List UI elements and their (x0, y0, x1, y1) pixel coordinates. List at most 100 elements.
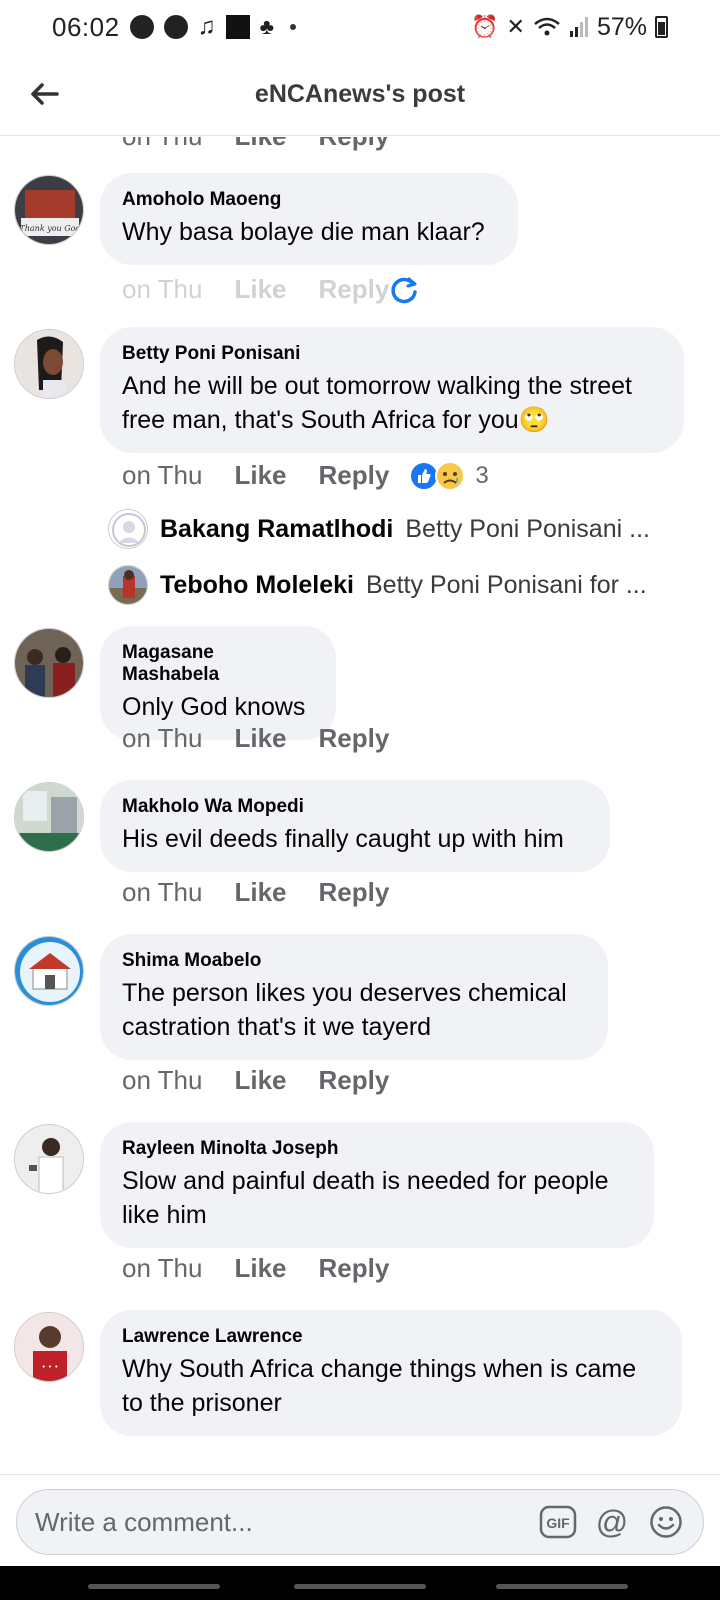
notification-icon: ♣ (259, 14, 275, 39)
reply-button[interactable]: Reply (319, 877, 390, 908)
like-button[interactable]: Like (234, 1253, 286, 1284)
comment-bubble[interactable]: Shima Moabelo The person likes you deser… (100, 934, 608, 1060)
mention-icon: @ (595, 1504, 629, 1540)
comment-author[interactable]: Shima Moabelo (122, 950, 586, 972)
comment-bubble[interactable]: Makholo Wa Mopedi His evil deeds finally… (100, 780, 610, 872)
svg-text:• • •: • • • (42, 1363, 59, 1371)
like-button[interactable]: Like (234, 460, 286, 491)
back-arrow-icon (31, 83, 59, 105)
loading-spinner-icon (391, 277, 418, 303)
wifi-icon (534, 17, 560, 36)
notification-icon (129, 15, 154, 39)
battery-icon (655, 16, 668, 38)
reply-button[interactable]: Reply (319, 274, 390, 305)
comment-bubble[interactable]: Lawrence Lawrence Why South Africa chang… (100, 1310, 682, 1436)
avatar[interactable] (14, 782, 84, 852)
avatar (108, 509, 148, 549)
reply-button[interactable]: Reply (319, 1253, 390, 1284)
comment-text: And he will be out tomorrow walking the … (122, 372, 632, 434)
comment-author[interactable]: Magasane Mashabela (122, 642, 314, 686)
comment-actions: on Thu Like Reply (122, 1253, 389, 1284)
comment-author[interactable]: Betty Poni Ponisani (122, 343, 662, 365)
reply-preview[interactable]: Teboho Moleleki Betty Poni Ponisani for … (108, 565, 647, 605)
avatar[interactable] (14, 936, 84, 1006)
avatar[interactable]: Thank you God (14, 175, 84, 245)
like-button[interactable]: Like (234, 137, 286, 152)
reply-author[interactable]: Teboho Moleleki (160, 571, 354, 600)
reply-preview[interactable]: Bakang Ramatlhodi Betty Poni Ponisani ..… (108, 509, 650, 549)
comment-time: on Thu (122, 723, 203, 753)
nav-home-button[interactable] (294, 1584, 426, 1589)
comment-text: His evil deeds finally caught up with hi… (122, 825, 564, 853)
reactions-summary[interactable]: 3 (409, 460, 489, 491)
back-button[interactable] (22, 72, 66, 116)
reply-button[interactable]: Reply (319, 460, 390, 491)
svg-text:Thank you God: Thank you God (19, 224, 80, 233)
mute-icon: ✕ (506, 14, 525, 39)
reply-text: Betty Poni Ponisani for ... (366, 570, 647, 599)
comment-actions: on Thu Like Reply (122, 877, 389, 908)
avatar[interactable]: • • • (14, 1312, 84, 1382)
mention-button[interactable]: @ (593, 1503, 631, 1541)
comment-bubble[interactable]: Rayleen Minolta Joseph Slow and painful … (100, 1122, 654, 1248)
comment-bubble[interactable]: Betty Poni Ponisani And he will be out t… (100, 327, 684, 453)
alarm-icon: ⏰ (471, 14, 499, 39)
signal-icon (569, 17, 588, 37)
comment-author[interactable]: Amoholo Maoeng (122, 189, 496, 211)
comments-list[interactable]: on Thu Like Reply Thank you God Amoholo … (0, 137, 720, 1473)
emoji-icon (650, 1506, 682, 1538)
nav-recents-button[interactable] (88, 1584, 220, 1589)
music-icon: ♫ (197, 13, 216, 40)
comment-author[interactable]: Makholo Wa Mopedi (122, 796, 588, 818)
notification-icon (163, 15, 188, 39)
comment-time: on Thu (122, 877, 203, 907)
reaction-count: 3 (475, 461, 489, 489)
gif-button[interactable]: GIF (539, 1503, 577, 1541)
emoji-button[interactable] (647, 1503, 685, 1541)
reply-button[interactable]: Reply (319, 137, 390, 152)
like-button[interactable]: Like (234, 1065, 286, 1096)
gif-label: GIF (546, 1515, 570, 1531)
like-button[interactable]: Like (234, 723, 286, 754)
like-button[interactable]: Like (234, 274, 286, 305)
comment-actions: on Thu Like Reply (122, 274, 419, 305)
gif-icon: GIF (539, 1505, 577, 1539)
reply-text: Betty Poni Ponisani ... (405, 514, 650, 543)
comment-actions: on Thu Like Reply (122, 137, 389, 152)
avatar[interactable] (14, 1124, 84, 1194)
header: eNCAnews's post (0, 54, 720, 136)
comment-text: The person likes you deserves chemical c… (122, 979, 567, 1041)
page-title: eNCAnews's post (254, 80, 466, 108)
comment-time: on Thu (122, 274, 203, 304)
comment-bubble[interactable]: Amoholo Maoeng Why basa bolaye die man k… (100, 173, 518, 265)
reply-author[interactable]: Bakang Ramatlhodi (160, 515, 393, 544)
comment-author[interactable]: Rayleen Minolta Joseph (122, 1138, 632, 1160)
like-button[interactable]: Like (234, 877, 286, 908)
avatar (108, 565, 148, 605)
reply-button[interactable]: Reply (319, 1065, 390, 1096)
comment-text: Slow and painful death is needed for peo… (122, 1167, 609, 1229)
app-notification-icon (225, 15, 250, 39)
comment-actions: on Thu Like Reply (122, 1065, 389, 1096)
comment-text: Only God knows (122, 693, 306, 721)
comment-text: Why basa bolaye die man klaar? (122, 218, 485, 246)
comment-author[interactable]: Lawrence Lawrence (122, 1326, 660, 1348)
comment-time: on Thu (122, 1065, 203, 1095)
avatar[interactable] (14, 628, 84, 698)
system-nav-bar (0, 1566, 720, 1600)
sad-reaction-icon (435, 460, 466, 491)
status-bar: 06:02 ♫ ♣ ⏰ ✕ 57% (0, 0, 720, 54)
more-notifications-icon (290, 24, 297, 30)
comment-actions: on Thu Like Reply 3 (122, 460, 489, 491)
avatar[interactable] (14, 329, 84, 399)
comment-input[interactable] (35, 1506, 523, 1538)
battery-level: 57% (596, 12, 647, 41)
comment-composer: GIF @ (0, 1474, 720, 1566)
comment-time: on Thu (122, 1253, 203, 1283)
comment-text: Why South Africa change things when is c… (122, 1355, 637, 1417)
status-time: 06:02 (52, 11, 120, 42)
comment-input-box[interactable]: GIF @ (16, 1489, 704, 1555)
comment-time: on Thu (122, 137, 202, 152)
nav-back-button[interactable] (496, 1584, 628, 1589)
reply-button[interactable]: Reply (319, 723, 390, 754)
